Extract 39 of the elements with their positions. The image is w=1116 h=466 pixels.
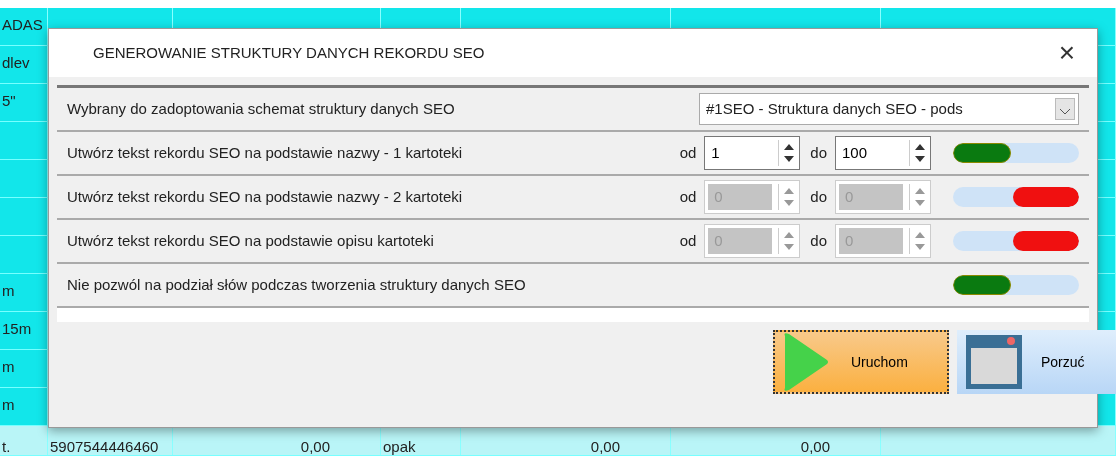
from-label: od [679,230,697,251]
option-label: Utwórz tekst rekordu SEO na podstawie nazwy - 1 kartoteki [67,142,464,163]
from-label: od [679,142,697,163]
table-cell: 5907544446460 [50,438,159,455]
number-field[interactable]: 100 [836,137,906,169]
cancel-button[interactable]: Porzuć [957,330,1116,394]
toggle-switch[interactable] [953,187,1079,207]
toggle-switch[interactable] [953,231,1079,251]
table-cell: m [2,282,15,299]
table-cell: opak [383,438,416,455]
table-cell: t. [2,438,11,455]
table-cell: 15m [2,320,32,337]
chevron-down-icon [1055,98,1075,120]
option-label: Utwórz tekst rekordu SEO na podstawie nazwy - 2 kartoteki [67,186,464,207]
table-cell: 5" [2,92,16,109]
table-cell: ADAS [2,16,43,33]
option-label: Utwórz tekst rekordu SEO na podstawie opisu kartoteki [67,230,435,251]
number-spinner[interactable]: 1 [704,136,801,170]
from-label: od [679,186,697,207]
option-label: Wybrany do zadoptowania schemat struktury danych SEO [67,98,456,119]
to-label: do [810,230,827,251]
toggle-switch[interactable] [953,275,1079,295]
to-label: do [810,186,827,207]
close-button[interactable]: × [1054,39,1079,67]
option-label: Nie pozwól na podział słów podczas tworzenia struktury danych SEO [67,274,527,295]
dialog-title: GENEROWANIE STRUKTURY DANYCH REKORDU SEO [93,42,485,63]
schema-dropdown[interactable]: #1SEO - Struktura danych SEO - pods [699,93,1079,125]
window-icon [965,334,1023,390]
table-cell: dlev [2,54,30,71]
table-cell: m [2,396,15,413]
table-cell: m [2,358,15,375]
number-field[interactable]: 1 [705,137,776,169]
toggle-switch[interactable] [953,143,1079,163]
table-cell: 0,00 [800,438,830,455]
table-cell: 0,00 [300,438,330,455]
number-spinner[interactable]: 100 [835,136,931,170]
run-button[interactable]: Uruchom [773,330,949,394]
to-label: do [810,142,827,163]
table-cell: 0,00 [590,438,620,455]
